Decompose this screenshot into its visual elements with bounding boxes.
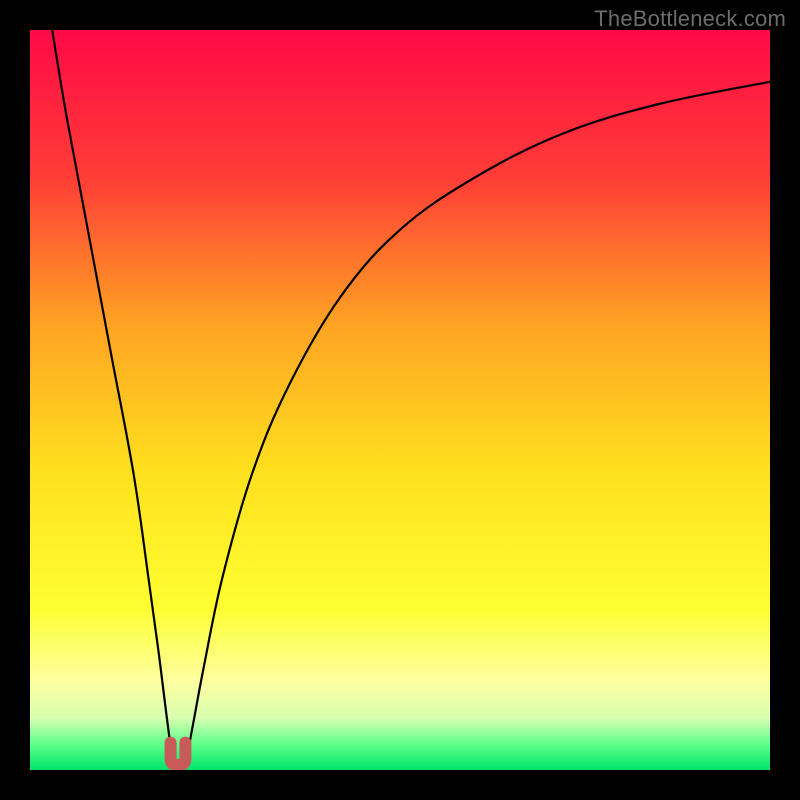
chart-frame: TheBottleneck.com: [0, 0, 800, 800]
optimal-marker: [171, 743, 186, 765]
plot-area: [30, 30, 770, 770]
curve-layer: [30, 30, 770, 770]
watermark-text: TheBottleneck.com: [594, 6, 786, 32]
bottleneck-curve: [52, 30, 770, 768]
